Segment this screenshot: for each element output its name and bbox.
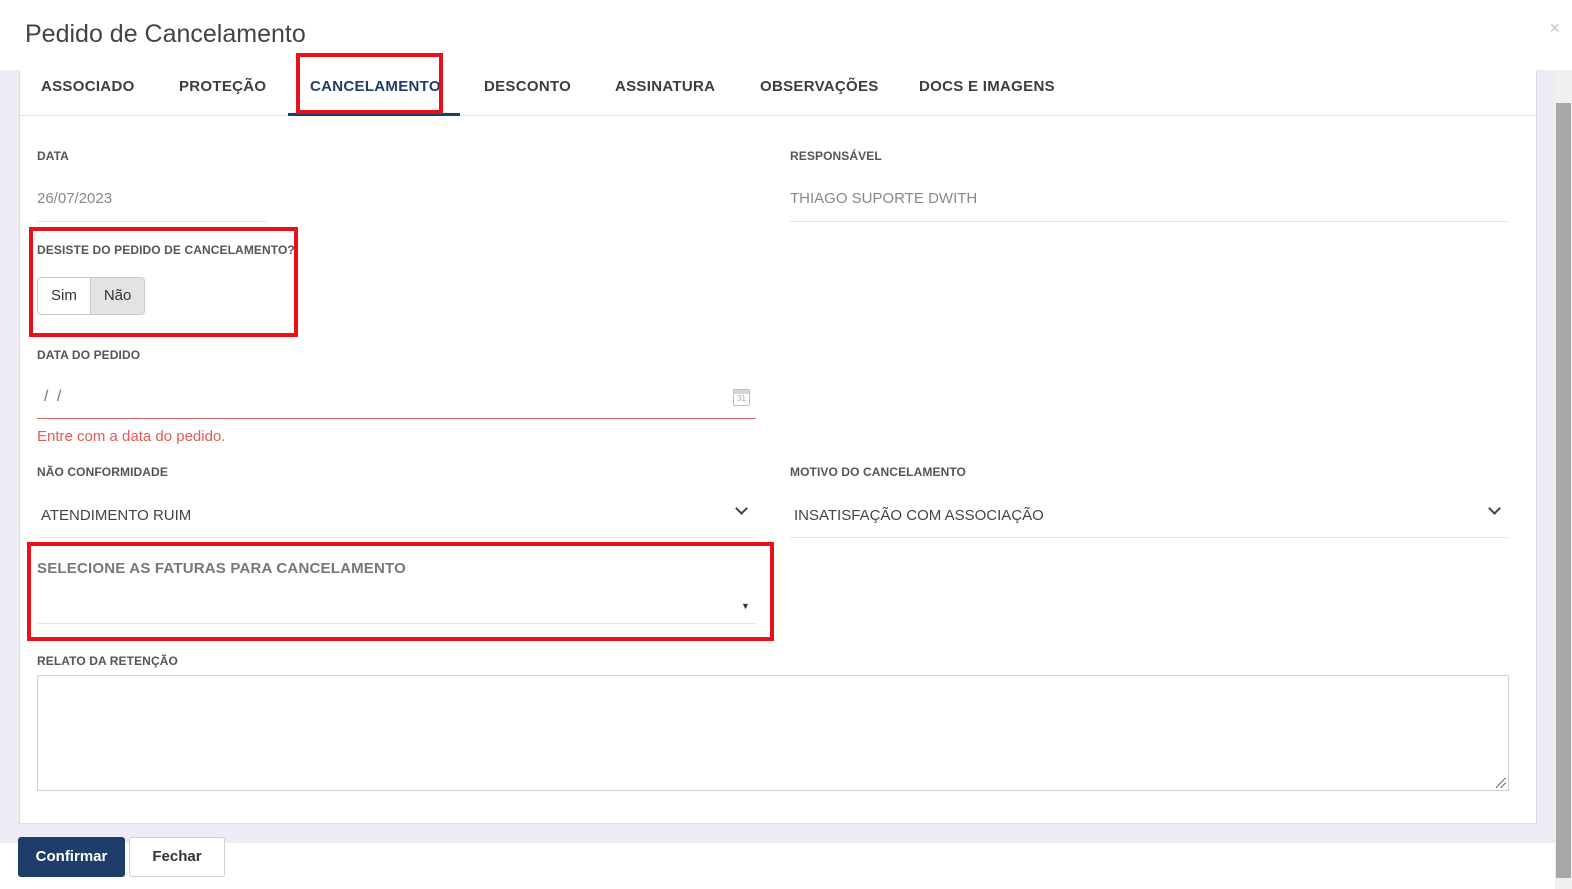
desiste-toggle: Sim Não — [37, 277, 146, 315]
data-pedido-error: Entre com a data do pedido. — [37, 428, 226, 445]
relato-textarea[interactable] — [37, 675, 1509, 791]
resize-handle-icon[interactable] — [1496, 778, 1506, 788]
modal-header: Pedido de Cancelamento × — [0, 0, 1572, 70]
desiste-label: DESISTE DO PEDIDO DE CANCELAMENTO? — [37, 243, 295, 257]
close-button[interactable]: Fechar — [129, 837, 225, 877]
tab-assinatura[interactable]: ASSINATURA — [615, 70, 715, 116]
nao-conformidade-underline — [37, 537, 756, 538]
data-pedido-input[interactable]: / / 31 — [37, 382, 756, 419]
modal-footer — [0, 843, 1555, 889]
responsavel-value: THIAGO SUPORTE DWITH — [790, 190, 978, 207]
confirm-button[interactable]: Confirmar — [18, 837, 125, 877]
tab-cancelamento[interactable]: CANCELAMENTO — [310, 70, 441, 116]
tab-desconto[interactable]: DESCONTO — [484, 70, 571, 116]
tab-bar: ASSOCIADO PROTEÇÃO CANCELAMENTO DESCONTO… — [20, 70, 1536, 116]
data-underline — [37, 221, 267, 222]
responsavel-underline — [790, 221, 1509, 222]
desiste-option-sim[interactable]: Sim — [38, 278, 90, 314]
form-card: ASSOCIADO PROTEÇÃO CANCELAMENTO DESCONTO… — [19, 70, 1537, 824]
nao-conformidade-label: NÃO CONFORMIDADE — [37, 465, 168, 479]
desiste-option-nao[interactable]: Não — [89, 278, 145, 314]
tab-observacoes[interactable]: OBSERVAÇÕES — [760, 70, 879, 116]
relato-label: RELATO DA RETENÇÃO — [37, 654, 178, 668]
faturas-label: SELECIONE AS FATURAS PARA CANCELAMENTO — [37, 560, 407, 577]
motivo-select[interactable]: INSATISFAÇÃO COM ASSOCIAÇÃO — [794, 507, 1044, 524]
close-icon[interactable]: × — [1549, 18, 1560, 39]
data-value: 26/07/2023 — [37, 190, 113, 207]
chevron-down-icon[interactable] — [1488, 502, 1501, 515]
chevron-down-icon[interactable] — [735, 502, 748, 515]
responsavel-label: RESPONSÁVEL — [790, 149, 882, 163]
tab-associado[interactable]: ASSOCIADO — [41, 70, 135, 116]
caret-down-icon[interactable]: ▼ — [741, 601, 750, 611]
faturas-select[interactable] — [37, 623, 756, 624]
active-tab-indicator — [288, 113, 460, 116]
scrollbar-thumb[interactable] — [1556, 103, 1571, 878]
tab-docs-imagens[interactable]: DOCS E IMAGENS — [919, 70, 1055, 116]
modal-title: Pedido de Cancelamento — [25, 20, 306, 48]
tab-protecao[interactable]: PROTEÇÃO — [179, 70, 266, 116]
calendar-icon[interactable]: 31 — [733, 389, 750, 406]
cancel-request-modal: Pedido de Cancelamento × ASSOCIADO PROTE… — [0, 0, 1572, 889]
calendar-icon-number: 31 — [737, 394, 746, 403]
motivo-underline — [790, 537, 1509, 538]
data-pedido-value: / / — [44, 388, 64, 405]
data-pedido-label: DATA DO PEDIDO — [37, 348, 141, 362]
motivo-label: MOTIVO DO CANCELAMENTO — [790, 465, 966, 479]
data-label: DATA — [37, 149, 69, 163]
nao-conformidade-select[interactable]: ATENDIMENTO RUIM — [41, 507, 191, 524]
